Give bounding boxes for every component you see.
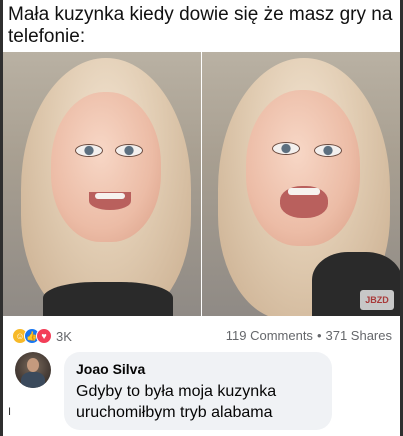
eye-right-2 bbox=[313, 144, 342, 157]
separator-dot: • bbox=[316, 328, 322, 343]
photo-left bbox=[3, 52, 201, 316]
teeth-left bbox=[95, 193, 125, 199]
eye-left-2 bbox=[115, 144, 143, 157]
shoulder-left bbox=[43, 282, 173, 316]
comment-bubble: Joao Silva Gdyby to była moja kuzynka ur… bbox=[64, 352, 332, 430]
avatar[interactable] bbox=[15, 352, 51, 388]
meme-photos: JBZD bbox=[3, 52, 400, 316]
love-icon: ♥ bbox=[36, 328, 52, 344]
comment: Joao Silva Gdyby to była moja kuzynka ur… bbox=[12, 352, 392, 432]
site-watermark: JBZD bbox=[360, 290, 394, 310]
reactions-summary[interactable]: ☺ 👍 ♥ 3K bbox=[12, 328, 72, 344]
comment-author[interactable]: Joao Silva bbox=[76, 360, 320, 378]
eye-left-1 bbox=[75, 144, 103, 157]
eye-right-1 bbox=[271, 142, 300, 155]
face-right bbox=[245, 90, 360, 246]
avatar-body bbox=[21, 372, 45, 388]
comments-link[interactable]: 119 Comments bbox=[226, 328, 313, 343]
comment-text-line-1: Gdyby to była moja kuzynka bbox=[76, 383, 277, 400]
reaction-count: 3K bbox=[56, 328, 72, 344]
engagement-counts: 119 Comments • 371 Shares bbox=[226, 328, 392, 343]
meme-caption: Mała kuzynka kiedy dowie się że masz gry… bbox=[8, 4, 393, 47]
shares-link[interactable]: 371 Shares bbox=[326, 328, 393, 343]
post-stats: ☺ 👍 ♥ 3K 119 Comments • 371 Shares bbox=[12, 328, 392, 348]
avatar-head bbox=[27, 358, 39, 372]
face-left bbox=[51, 92, 161, 242]
text-cursor-mark: I bbox=[8, 406, 12, 418]
photo-right: JBZD bbox=[201, 52, 400, 316]
comment-text-line-2: uruchomiłbym tryb alabama bbox=[76, 404, 273, 421]
comment-text: Gdyby to była moja kuzynka uruchomiłbym … bbox=[76, 381, 320, 423]
teeth-right bbox=[287, 188, 320, 195]
